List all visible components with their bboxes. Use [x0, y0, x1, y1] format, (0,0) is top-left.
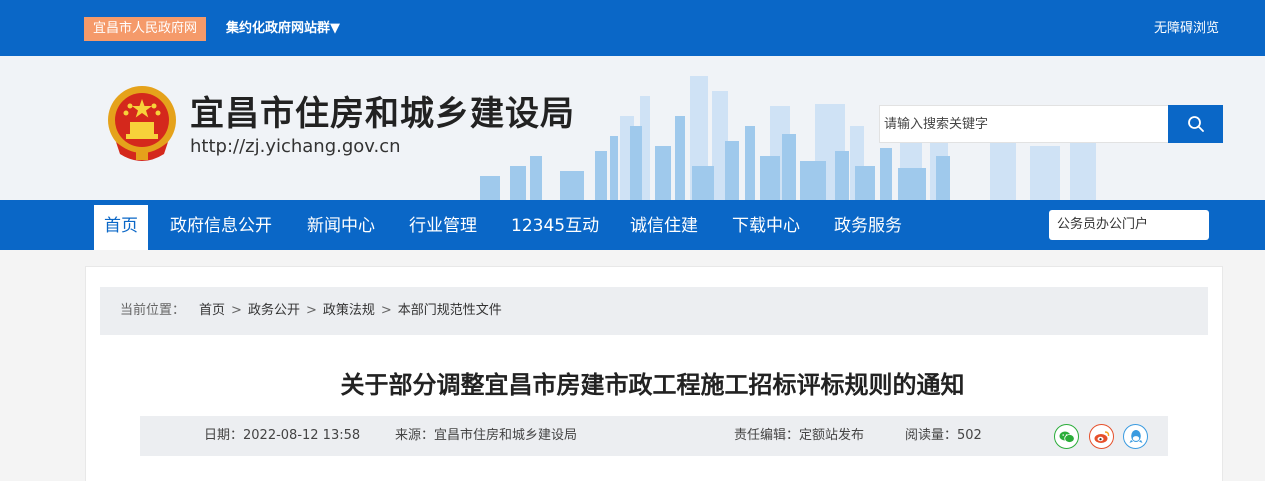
- nav-item-government-info[interactable]: 政府信息公开: [170, 205, 272, 250]
- site-group-dropdown[interactable]: 集约化政府网站群▼: [226, 17, 340, 41]
- staff-office-portal-link[interactable]: 公务员办公门户: [1049, 210, 1209, 240]
- breadcrumb-item-policies[interactable]: 政策法规: [323, 303, 375, 318]
- accessible-browsing-link[interactable]: 无障碍浏览: [1154, 17, 1219, 41]
- article-source: 来源：宜昌市住房和城乡建设局: [395, 428, 578, 443]
- share-qq-button[interactable]: [1123, 424, 1148, 449]
- nav-item-12345-interaction[interactable]: 12345互动: [511, 205, 599, 250]
- weibo-icon: [1094, 430, 1109, 443]
- article-date: 日期：2022-08-12 13:58: [204, 428, 361, 443]
- search-input[interactable]: [879, 105, 1168, 143]
- main-nav: 首页 政府信息公开 新闻中心 行业管理 12345互动 诚信住建 下载中心 政务…: [0, 200, 1265, 250]
- site-header: 宜昌市住房和城乡建设局 http://zj.yichang.gov.cn: [0, 56, 1265, 200]
- top-bar: 宜昌市人民政府网 集约化政府网站群▼ 无障碍浏览: [0, 0, 1265, 56]
- qq-icon: [1129, 429, 1142, 443]
- search-button[interactable]: [1168, 105, 1223, 143]
- breadcrumb-item-home[interactable]: 首页: [199, 303, 225, 318]
- breadcrumb-separator: >: [231, 303, 242, 318]
- search-icon: [1187, 116, 1204, 132]
- breadcrumb: 当前位置： 首页 > 政务公开 > 政策法规 > 本部门规范性文件: [100, 287, 1208, 335]
- nav-item-news-center[interactable]: 新闻中心: [307, 205, 375, 250]
- article-editor: 责任编辑：定额站发布: [734, 428, 865, 443]
- site-url: http://zj.yichang.gov.cn: [190, 136, 401, 157]
- article-views: 阅读量：502: [905, 428, 982, 443]
- national-emblem-logo: [108, 86, 176, 161]
- nav-item-government-services[interactable]: 政务服务: [834, 205, 902, 250]
- article-meta-bar: 日期：2022-08-12 13:58 来源：宜昌市住房和城乡建设局 责任编辑：…: [140, 416, 1168, 456]
- share-wechat-button[interactable]: [1054, 424, 1079, 449]
- city-government-portal-link[interactable]: 宜昌市人民政府网: [84, 17, 207, 41]
- breadcrumb-separator: >: [380, 303, 392, 318]
- nav-item-credit-housing[interactable]: 诚信住建: [630, 205, 698, 250]
- wechat-icon: [1059, 431, 1075, 443]
- site-title: 宜昌市住房和城乡建设局: [190, 94, 575, 134]
- breadcrumb-item-normative-documents[interactable]: 本部门规范性文件: [398, 303, 502, 318]
- share-weibo-button[interactable]: [1089, 424, 1114, 449]
- nav-item-home[interactable]: 首页: [94, 205, 148, 250]
- article-title: 关于部分调整宜昌市房建市政工程施工招标评标规则的通知: [340, 371, 965, 399]
- breadcrumb-item-government-affairs[interactable]: 政务公开: [248, 303, 300, 318]
- breadcrumb-separator: >: [305, 303, 317, 318]
- breadcrumb-label: 当前位置：: [120, 303, 186, 318]
- nav-item-download-center[interactable]: 下载中心: [732, 205, 800, 250]
- nav-item-industry-management[interactable]: 行业管理: [409, 205, 477, 250]
